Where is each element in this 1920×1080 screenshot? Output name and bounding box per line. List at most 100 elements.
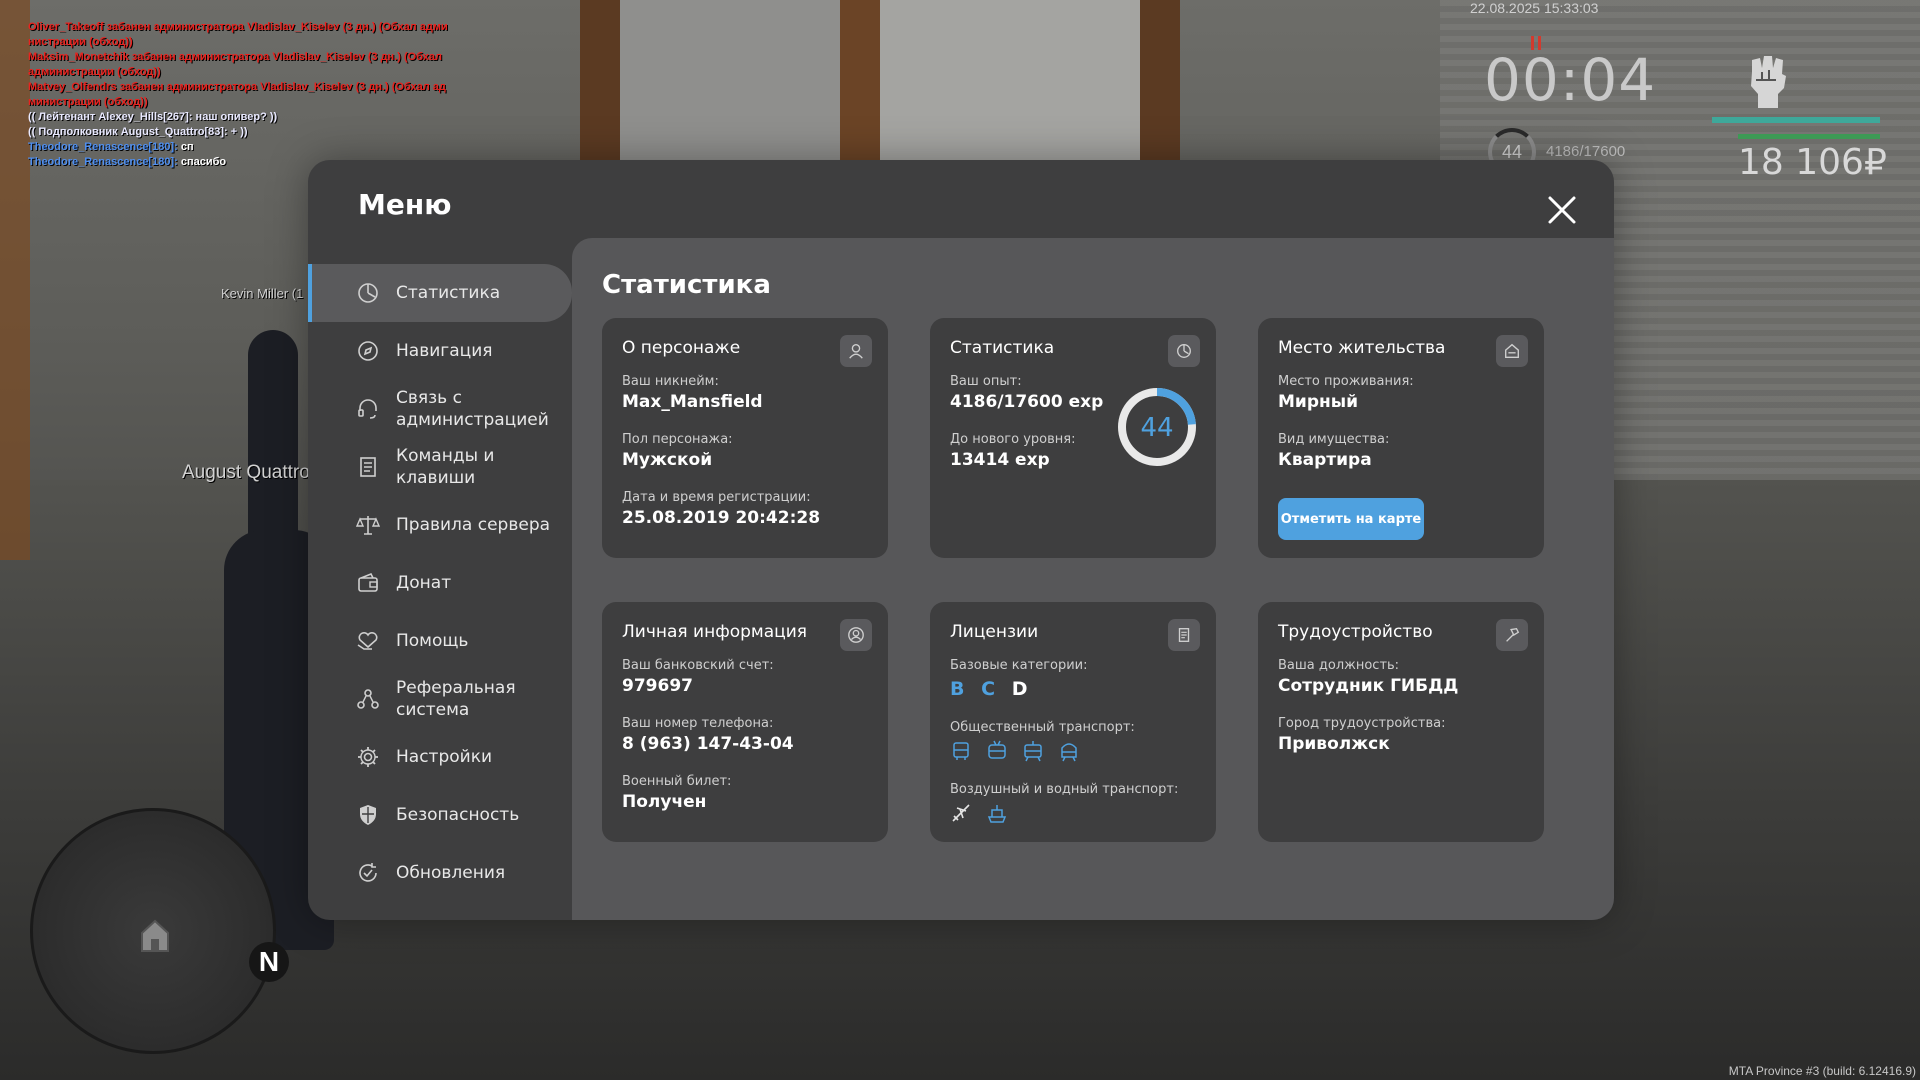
chat-line: (( Подполковник August_Quattro[83]: + )) — [28, 126, 248, 138]
sidebar: Статистика Навигация Связь с администрац… — [308, 264, 572, 902]
metro-icon — [1061, 743, 1077, 762]
hud-datetime: 22.08.2025 15:33:03 — [1470, 0, 1599, 16]
chat-text: спасибо — [180, 156, 227, 168]
residence-place-value: Мирный — [1278, 392, 1359, 412]
air-water-transport-label: Воздушный и водный транспорт: — [950, 782, 1179, 797]
chat-line: Matvey_Olfendrs забанен администратора V… — [28, 81, 446, 93]
military-id-value: Получен — [622, 792, 707, 812]
sidebar-item-label: Донат — [396, 573, 452, 593]
hud-timer: 00:04 — [1484, 46, 1657, 114]
residence-place-label: Место проживания: — [1278, 374, 1414, 389]
house-icon — [1496, 335, 1528, 367]
sidebar-item-statistics[interactable]: Статистика — [308, 264, 572, 322]
card-statistics: Статистика Ваш опыт: 4186/17600 exp До н… — [930, 318, 1216, 558]
sidebar-item-referral[interactable]: Реферальная система — [308, 670, 572, 728]
card-title: Лицензии — [950, 622, 1039, 642]
phone-value: 8 (963) 147-43-04 — [622, 734, 794, 754]
content-title: Статистика — [602, 270, 771, 300]
tram-icon — [1024, 741, 1042, 762]
document-icon — [360, 457, 376, 477]
job-city-label: Город трудоустройства: — [1278, 716, 1446, 731]
chat-author: Theodore_Renascence[180]: — [28, 156, 178, 168]
close-button[interactable] — [1544, 192, 1580, 228]
next-level-label: До нового уровня: — [950, 432, 1076, 447]
job-position-label: Ваша должность: — [1278, 658, 1400, 673]
sidebar-item-updates[interactable]: Обновления — [308, 844, 572, 902]
wallet-icon — [358, 572, 378, 592]
user-circle-icon — [840, 619, 872, 651]
military-id-label: Военный билет: — [622, 774, 732, 789]
sidebar-item-label: Безопасность — [396, 805, 520, 825]
nickname-value: Max_Mansfield — [622, 392, 763, 412]
chat-line: администрации (обход)) — [28, 66, 161, 78]
nickname-label: Ваш никнейм: — [622, 374, 719, 389]
menu-title: Меню — [358, 188, 452, 221]
job-city-value: Приволжск — [1278, 734, 1390, 754]
air-water-transport-icons — [950, 802, 1008, 824]
mark-on-map-button[interactable]: Отметить на карте — [1278, 498, 1424, 540]
property-type-label: Вид имущества: — [1278, 432, 1390, 447]
property-type-value: Квартира — [1278, 450, 1372, 470]
card-title: Место жительства — [1278, 338, 1446, 358]
next-level-value: 13414 exp — [950, 450, 1050, 470]
exp-value: 4186/17600 exp — [950, 392, 1104, 412]
gender-label: Пол персонажа: — [622, 432, 733, 447]
sidebar-item-security[interactable]: Безопасность — [308, 786, 572, 844]
card-title: Статистика — [950, 338, 1055, 358]
sidebar-item-help[interactable]: Помощь — [308, 612, 572, 670]
card-personal-info: Личная информация Ваш банковский счет: 9… — [602, 602, 888, 842]
card-title: Личная информация — [622, 622, 808, 642]
gear-icon — [358, 747, 378, 767]
shield-icon — [360, 805, 376, 825]
close-icon — [1548, 196, 1576, 224]
sidebar-item-donate[interactable]: Донат — [308, 554, 572, 612]
sidebar-item-settings[interactable]: Настройки — [308, 728, 572, 786]
chat-message: Theodore_Renascence[180]: сп — [28, 140, 508, 155]
level-progress-ring: 44 — [1118, 388, 1196, 466]
player-nametag: Kevin Miller (1 — [221, 286, 304, 301]
chat-line: (( Лейтенант Alexey_Hills[267]: наш опив… — [28, 111, 278, 123]
sidebar-item-label: Правила сервера — [396, 515, 551, 535]
chat-line: Maksim_Monetchik забанен администратора … — [28, 51, 442, 63]
chat-line: нистрации (обход)) — [28, 36, 133, 48]
sidebar-item-rules[interactable]: Правила сервера — [308, 496, 572, 554]
license-category: C — [981, 678, 996, 700]
license-categories: B C D — [950, 678, 1037, 700]
base-categories-label: Базовые категории: — [950, 658, 1088, 673]
gender-value: Мужской — [622, 450, 713, 470]
sidebar-item-admin-contact[interactable]: Связь с администрацией — [308, 380, 572, 438]
bank-account-value: 979697 — [622, 676, 693, 696]
hud-exp: 4186/17600 — [1546, 143, 1626, 160]
sidebar-item-navigation[interactable]: Навигация — [308, 322, 572, 380]
card-employment: Трудоустройство Ваша должность: Сотрудни… — [1258, 602, 1544, 842]
sidebar-item-label: Команды и клавиши — [396, 446, 495, 488]
north-marker: N — [249, 942, 289, 982]
sidebar-item-label: Реферальная система — [396, 678, 516, 720]
card-title: Трудоустройство — [1278, 622, 1433, 642]
chart-pie-icon — [1168, 335, 1200, 367]
referral-icon — [357, 689, 379, 709]
armor-bar — [1738, 134, 1880, 139]
license-category: D — [1011, 678, 1028, 700]
hud-money: 18 106₽ — [1738, 142, 1887, 183]
card-character: О персонаже Ваш никнейм: Max_Mansfield П… — [602, 318, 888, 558]
menu-window: Меню Статистика Навигация Связь с админи… — [308, 160, 1614, 920]
plane-icon — [952, 804, 970, 822]
chat-text: сп — [180, 141, 194, 153]
registration-value: 25.08.2019 20:42:28 — [622, 508, 821, 528]
chat-author: Theodore_Renascence[180]: — [28, 141, 178, 153]
compass-icon — [358, 341, 378, 361]
sidebar-item-commands[interactable]: Команды и клавиши — [308, 438, 572, 496]
sidebar-item-label: Настройки — [396, 747, 493, 767]
license-icon — [1168, 619, 1200, 651]
update-icon — [359, 863, 377, 882]
card-licenses: Лицензии Базовые категории: B C D Общест… — [930, 602, 1216, 842]
health-bar — [1712, 117, 1880, 123]
player-nametag: August Quattro — [182, 462, 310, 483]
public-transport-icons — [950, 740, 1080, 762]
headset-icon — [358, 399, 377, 419]
public-transport-label: Общественный транспорт: — [950, 720, 1135, 735]
home-icon — [140, 917, 170, 953]
card-title: О персонаже — [622, 338, 741, 358]
sidebar-item-label: Статистика — [396, 283, 501, 303]
